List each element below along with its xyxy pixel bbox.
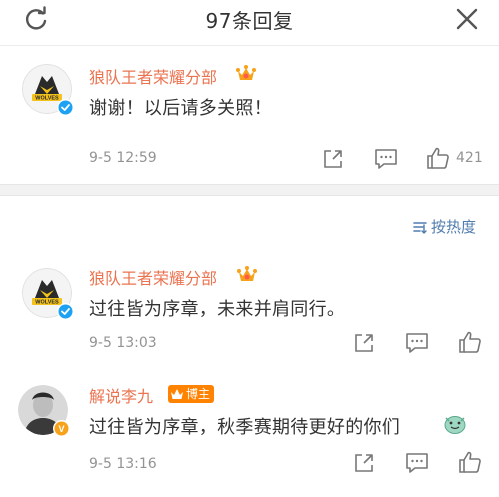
crown-badge-icon (171, 389, 183, 399)
comment-author[interactable]: 狼队王者荣耀分部 (89, 64, 217, 88)
like-icon[interactable] (457, 449, 483, 475)
emoji-icon (444, 416, 466, 434)
blogger-badge: 博主 (168, 385, 215, 403)
sort-icon (413, 221, 427, 234)
section-divider (0, 184, 499, 196)
close-icon[interactable] (454, 6, 480, 32)
svg-text:WOLVES: WOLVES (35, 96, 59, 102)
header-divider (0, 45, 499, 46)
svg-text:WOLVES: WOLVES (35, 300, 59, 306)
comment-text: 谢谢！以后请多关照！ (89, 98, 272, 119)
crown-badge-icon (237, 266, 257, 281)
verified-icon (57, 99, 74, 116)
share-icon[interactable] (351, 450, 377, 476)
reply-author[interactable]: 解说李九 (89, 383, 153, 407)
like-icon[interactable] (457, 329, 483, 355)
badge-label: 博主 (186, 387, 211, 401)
avatar[interactable]: V (18, 385, 70, 437)
reply-author[interactable]: 狼队王者荣耀分部 (89, 265, 217, 289)
avatar[interactable]: WOLVES (22, 268, 74, 320)
vip-badge-icon: V (53, 420, 70, 437)
reply-time: 9-5 13:03 (89, 335, 157, 351)
crown-badge-icon (236, 65, 256, 80)
comment-time: 9-5 12:59 (89, 150, 157, 166)
sort-label: 按热度 (431, 218, 477, 236)
comment-icon[interactable] (404, 330, 430, 356)
page-title: 97条回复 (205, 9, 294, 33)
sort-button[interactable]: 按热度 (412, 216, 476, 237)
reply-text: 过往皆为序章，秋季赛期待更好的你们 (89, 417, 401, 438)
comment-icon[interactable] (373, 146, 399, 172)
comment-icon[interactable] (404, 450, 430, 476)
like-count: 421 (456, 150, 483, 166)
share-icon[interactable] (320, 146, 346, 172)
share-icon[interactable] (351, 330, 377, 356)
header-bar: 97条回复 (0, 0, 499, 40)
avatar[interactable]: WOLVES (22, 64, 74, 116)
svg-text:V: V (58, 424, 64, 434)
reply-time: 9-5 13:16 (89, 456, 157, 472)
reply-text: 过往皆为序章，未来并肩同行。 (89, 299, 346, 320)
like-icon[interactable] (425, 145, 451, 171)
verified-icon (57, 303, 74, 320)
